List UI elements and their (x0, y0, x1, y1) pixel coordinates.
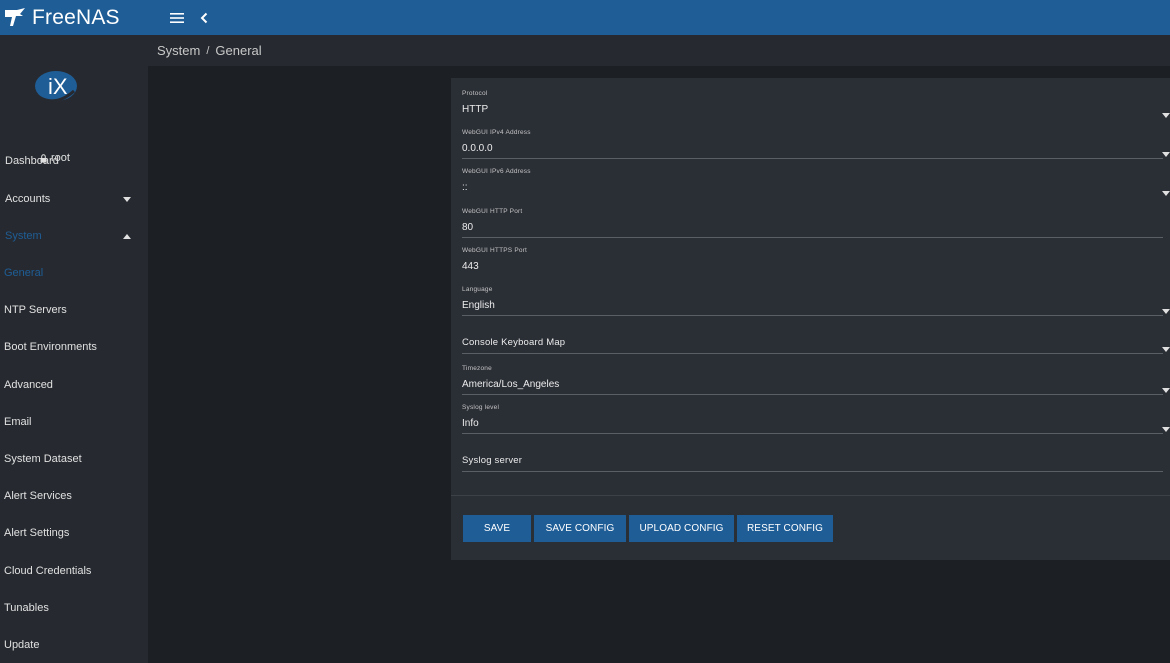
menu-toggle-button[interactable] (164, 5, 190, 31)
field-label: Protocol (462, 90, 488, 97)
field-label: Syslog level (462, 404, 500, 411)
timezone-select[interactable]: Timezone America/Los_Angeles { (462, 365, 1170, 404)
app-name: FreeNAS (32, 5, 120, 29)
webgui-https-port-input[interactable]: WebGUI HTTPS Port 443 { (462, 247, 1163, 286)
protocol-select[interactable]: Protocol HTTP { (462, 90, 1170, 129)
field-underline (462, 237, 1163, 238)
collapse-sidebar-button[interactable] (196, 5, 212, 31)
field-placeholder: Syslog server (462, 455, 523, 466)
sidebar-item-label: System Dataset (4, 453, 82, 465)
save-config-button[interactable]: SAVE CONFIG (534, 515, 626, 542)
sidebar: iX root Dashboard Accounts System Genera… (0, 35, 148, 663)
caret-down-icon (1162, 105, 1170, 118)
field-value: 80 (462, 222, 474, 233)
sidebar-item-system[interactable]: System (0, 221, 148, 251)
field-underline (462, 433, 1163, 434)
field-underline (462, 394, 1163, 395)
sidebar-item-system-dataset[interactable]: System Dataset (0, 444, 148, 474)
sidebar-item-boot-environments[interactable]: Boot Environments (0, 332, 148, 362)
sidebar-item-ntp-servers[interactable]: NTP Servers (0, 295, 148, 325)
sidebar-item-email[interactable]: Email (0, 407, 148, 437)
svg-text:iX: iX (48, 74, 68, 99)
breadcrumb: System / General (148, 35, 1170, 66)
language-select[interactable]: Language English { (462, 286, 1170, 325)
field-value: HTTP (462, 104, 489, 115)
sidebar-item-advanced[interactable]: Advanced (0, 370, 148, 400)
sidebar-item-alert-settings[interactable]: Alert Settings (0, 518, 148, 548)
form-divider (451, 495, 1170, 496)
sidebar-item-label: General (4, 267, 44, 279)
save-button[interactable]: SAVE (463, 515, 531, 542)
field-value: Info (462, 418, 479, 429)
top-bar: FreeNAS (0, 0, 1170, 35)
breadcrumb-separator: / (206, 44, 210, 57)
freenas-shark-icon (0, 3, 30, 33)
sidebar-item-label: Boot Environments (4, 341, 97, 353)
breadcrumb-general: General (215, 43, 262, 58)
upload-config-button[interactable]: UPLOAD CONFIG (629, 515, 734, 542)
field-value: :: (462, 182, 468, 193)
sidebar-item-label: Advanced (4, 379, 53, 391)
field-value: 443 (462, 261, 479, 272)
sidebar-item-label: System (5, 230, 42, 242)
field-underline (462, 471, 1163, 472)
field-label: Language (462, 286, 493, 293)
sidebar-item-alert-services[interactable]: Alert Services (0, 481, 148, 511)
caret-down-icon (1162, 339, 1170, 352)
sidebar-item-label: Update (4, 639, 40, 651)
sidebar-item-label: Alert Settings (4, 527, 70, 539)
caret-down-icon (1162, 419, 1170, 432)
ix-avatar-icon: iX (34, 67, 78, 105)
sidebar-item-label: Email (4, 416, 32, 428)
field-underline (462, 353, 1163, 354)
field-value: 0.0.0.0 (462, 143, 493, 154)
field-underline (462, 158, 1163, 159)
sidebar-item-update[interactable]: Update (0, 630, 148, 660)
webgui-ipv6-select[interactable]: WebGUI IPv6 Address :: { (462, 168, 1170, 207)
caret-down-icon (1162, 301, 1170, 314)
caret-down-icon (122, 194, 132, 204)
freenas-logo[interactable]: FreeNAS (0, 0, 148, 35)
sidebar-item-dashboard[interactable]: Dashboard (0, 146, 148, 176)
field-label: WebGUI IPv4 Address (462, 129, 531, 136)
field-label: WebGUI HTTPS Port (462, 247, 528, 254)
field-label: WebGUI HTTP Port (462, 208, 523, 215)
sidebar-item-label: Tunables (4, 602, 49, 614)
hamburger-icon (170, 12, 184, 23)
sidebar-item-cloud-credentials[interactable]: Cloud Credentials (0, 556, 148, 586)
caret-down-icon (1162, 183, 1170, 196)
syslog-level-select[interactable]: Syslog level Info { (462, 404, 1170, 443)
field-underline (462, 315, 1163, 316)
console-keyboard-map-select[interactable]: Console Keyboard Map { (462, 324, 1170, 363)
sidebar-item-label: Alert Services (4, 490, 72, 502)
field-label: Timezone (462, 365, 492, 372)
field-value: English (462, 300, 495, 311)
webgui-ipv4-select[interactable]: WebGUI IPv4 Address 0.0.0.0 { (462, 129, 1170, 168)
syslog-server-input[interactable]: Syslog server { (462, 442, 1163, 481)
caret-up-icon (122, 231, 132, 241)
caret-down-icon (1162, 380, 1170, 393)
reset-config-button[interactable]: RESET CONFIG (737, 515, 833, 542)
sidebar-item-accounts[interactable]: Accounts (0, 184, 148, 214)
general-settings-form: Protocol HTTP { WebGUI IPv4 Address 0.0.… (451, 78, 1170, 560)
sidebar-item-label: NTP Servers (4, 304, 67, 316)
field-label: WebGUI IPv6 Address (462, 168, 531, 175)
breadcrumb-system[interactable]: System (157, 43, 200, 58)
field-placeholder: Console Keyboard Map (462, 337, 566, 348)
sidebar-item-general[interactable]: General (0, 258, 148, 288)
caret-down-icon (1162, 144, 1170, 157)
sidebar-item-label: Accounts (5, 193, 51, 205)
sidebar-item-label: Dashboard (5, 155, 59, 167)
field-value: America/Los_Angeles (462, 379, 560, 390)
sidebar-item-label: Cloud Credentials (4, 565, 92, 577)
webgui-http-port-input[interactable]: WebGUI HTTP Port 80 { (462, 208, 1163, 247)
chevron-left-icon (200, 12, 208, 23)
sidebar-item-tunables[interactable]: Tunables (0, 593, 148, 623)
